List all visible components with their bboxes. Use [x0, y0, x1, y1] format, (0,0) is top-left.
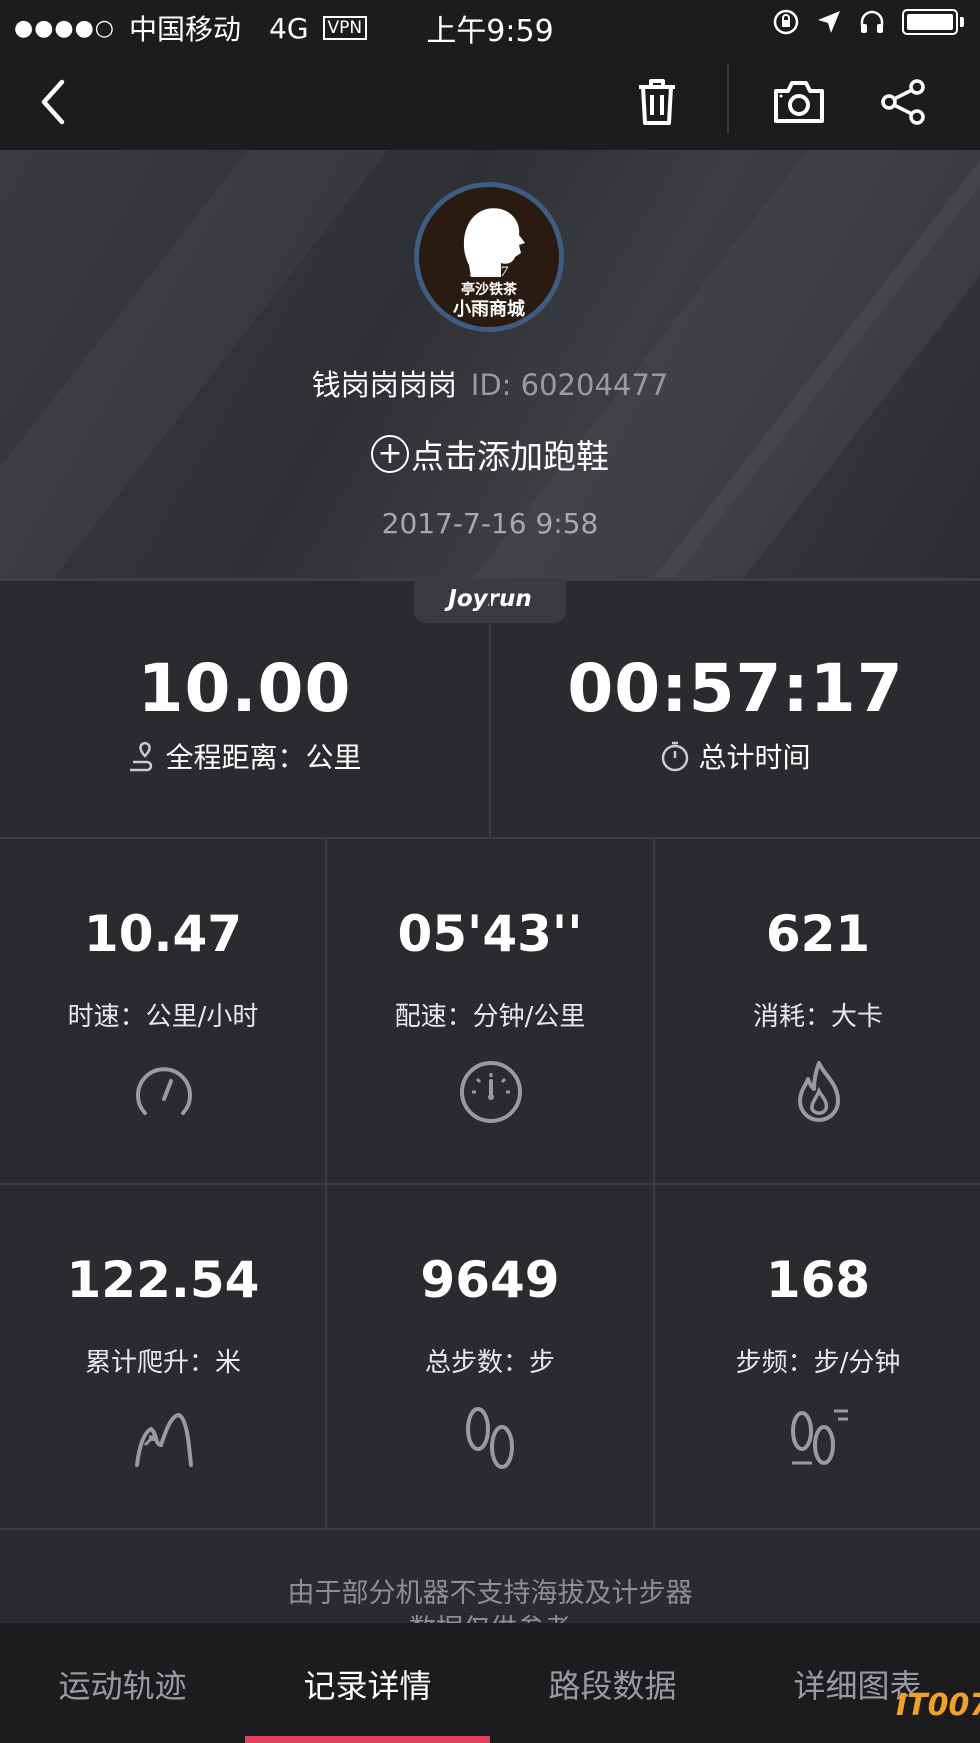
- stat-steps: 9649 总步数：步: [327, 1185, 653, 1529]
- share-button[interactable]: [876, 75, 930, 129]
- steps-label: 总步数：步: [424, 1348, 555, 1378]
- camera-icon: [774, 81, 824, 123]
- nav-divider: [727, 64, 729, 134]
- steps-value: 9649: [420, 1251, 560, 1309]
- calories-label: 消耗：大卡: [752, 1002, 883, 1032]
- back-chevron-icon: [41, 79, 65, 125]
- speedometer-icon: [136, 1067, 192, 1115]
- user-name: 钱岗岗岗岗: [311, 368, 457, 402]
- add-shoe-label: 点击添加跑鞋: [411, 437, 609, 476]
- stat-cadence: 168 步频：步/分钟: [655, 1185, 980, 1529]
- battery-icon: [902, 9, 958, 35]
- trash-icon: [639, 79, 675, 125]
- climb-label: 累计爬升：米: [84, 1348, 241, 1378]
- stopwatch-icon: [662, 741, 689, 772]
- distance-label: 全程距离：公里: [165, 741, 362, 774]
- stat-climb: 122.54 累计爬升：米: [0, 1185, 326, 1529]
- stat-pace: 05'43'' 配速：分钟/公里: [327, 839, 653, 1183]
- route-pin-icon: [130, 741, 153, 772]
- tab-track[interactable]: 运动轨迹: [0, 1661, 245, 1707]
- footprints-icon: [466, 1407, 514, 1469]
- navigation-bar: [0, 50, 980, 150]
- rotation-lock-icon: [773, 9, 799, 35]
- pace-value: 05'43'': [397, 905, 583, 963]
- speed-label: 时速：公里/小时: [67, 1002, 259, 1032]
- total-time-value: 00:57:17: [567, 650, 904, 727]
- share-icon: [881, 79, 925, 125]
- cadence-icon: [791, 1409, 848, 1465]
- stat-speed: 10.47 时速：公里/小时: [0, 839, 326, 1183]
- speed-value: 10.47: [83, 905, 243, 963]
- add-shoe-button[interactable]: + 点击添加跑鞋: [0, 430, 980, 478]
- stat-calories: 621 消耗：大卡: [655, 839, 980, 1183]
- profile-header: IT007 亭沙铁茶 小雨商城 钱岗岗岗岗 ID: 60204477 + 点击添加…: [0, 150, 980, 580]
- pace-label: 配速：分钟/公里: [394, 1002, 586, 1032]
- back-button[interactable]: [26, 75, 80, 129]
- calories-value: 621: [765, 905, 871, 963]
- cadence-value: 168: [765, 1251, 871, 1309]
- pace-gauge-icon: [460, 1061, 522, 1123]
- bottom-tab-bar: 运动轨迹 记录详情 路段数据 详细图表: [0, 1623, 980, 1743]
- headphones-icon: [860, 10, 884, 33]
- status-bar: ●●●●○ 中国移动 4G VPN 上午9:59: [0, 0, 980, 50]
- notice-line-1: 由于部分机器不支持海拔及计步器: [287, 1578, 693, 1609]
- user-id: ID: 60204477: [470, 368, 669, 402]
- delete-button[interactable]: [630, 75, 684, 129]
- active-tab-indicator: [245, 1736, 490, 1743]
- user-info: 钱岗岗岗岗 ID: 60204477: [0, 362, 980, 404]
- distance-value: 10.00: [137, 650, 352, 727]
- distance-label-row: 全程距离：公里: [0, 736, 489, 776]
- time-label-row: 总计时间: [491, 736, 980, 776]
- tab-record-details[interactable]: 记录详情: [245, 1661, 490, 1707]
- climb-icon: [135, 1412, 193, 1467]
- watermark-logo: IT007: [896, 1688, 980, 1723]
- avatar-text-3: 小雨商城: [453, 299, 525, 320]
- flame-icon: [798, 1061, 840, 1122]
- avatar-text-1: IT007: [469, 265, 509, 280]
- run-date: 2017-7-16 9:58: [381, 507, 599, 540]
- climb-value: 122.54: [66, 1251, 260, 1309]
- plus-circle-icon: +: [371, 435, 409, 473]
- avatar[interactable]: IT007 亭沙铁茶 小雨商城: [414, 182, 564, 332]
- location-arrow-icon: [818, 11, 840, 33]
- cadence-label: 步频：步/分钟: [735, 1348, 901, 1378]
- time-label: 总计时间: [698, 741, 811, 774]
- camera-button[interactable]: [772, 75, 826, 129]
- tab-segments[interactable]: 路段数据: [490, 1661, 735, 1707]
